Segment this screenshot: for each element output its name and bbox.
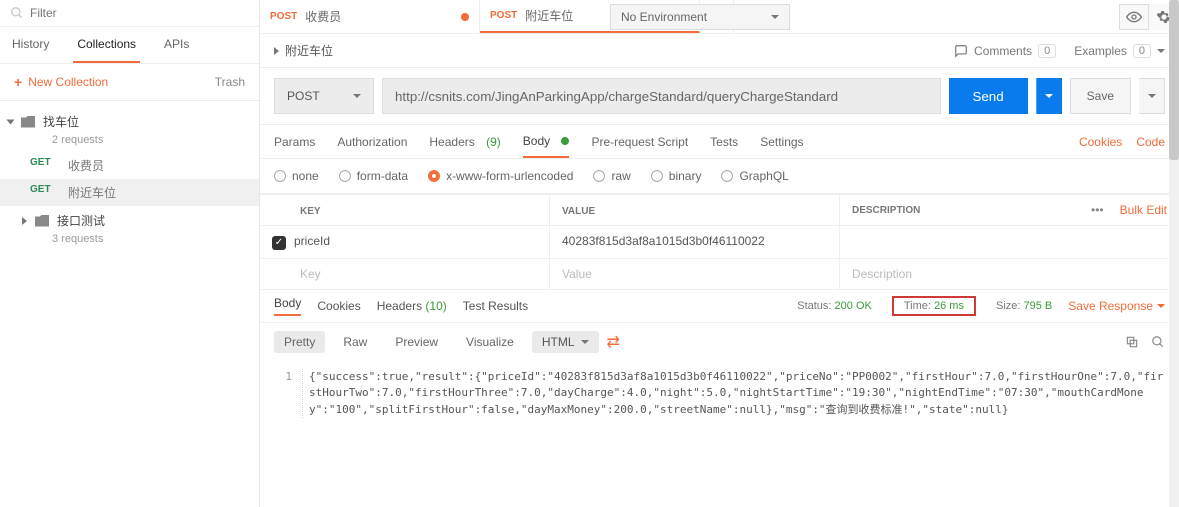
eye-icon: [1126, 9, 1142, 25]
tab-params[interactable]: Params: [274, 125, 315, 158]
caret-right-icon: [22, 217, 27, 225]
tab-headers[interactable]: Headers (9): [429, 125, 500, 158]
sidebar-tab-history[interactable]: History: [8, 27, 53, 63]
new-collection-button[interactable]: +New Collection: [14, 74, 108, 90]
caret-down-icon: [1157, 304, 1165, 308]
folder-icon: [21, 116, 35, 128]
collection-subtitle: 3 requests: [0, 233, 259, 245]
response-body[interactable]: 1 {"success":true,"result":{"priceId":"4…: [260, 361, 1179, 427]
tab-settings[interactable]: Settings: [760, 125, 803, 158]
bodytype-raw[interactable]: raw: [593, 169, 630, 183]
fmt-raw[interactable]: Raw: [333, 331, 377, 353]
env-quicklook-button[interactable]: [1119, 4, 1149, 30]
send-dropdown-button[interactable]: [1036, 78, 1062, 114]
collection-subtitle: 2 requests: [0, 134, 259, 146]
sidebar-tab-collections[interactable]: Collections: [73, 27, 140, 63]
resp-tab-cookies[interactable]: Cookies: [317, 299, 360, 313]
param-row-new[interactable]: Key Value Description: [260, 258, 1179, 289]
send-button[interactable]: Send: [949, 78, 1028, 114]
request-item[interactable]: GET 附近车位: [0, 179, 259, 206]
comments-button[interactable]: Comments 0: [954, 44, 1056, 58]
collection-row[interactable]: 找车位: [0, 107, 259, 136]
bodytype-formdata[interactable]: form-data: [339, 169, 408, 183]
method-select[interactable]: POST: [274, 78, 374, 114]
checkbox-icon[interactable]: ✓: [272, 236, 286, 250]
bulk-edit-link[interactable]: Bulk Edit: [1120, 203, 1167, 217]
save-dropdown-button[interactable]: [1139, 78, 1165, 114]
caret-down-icon: [581, 340, 589, 344]
dirty-dot-icon: [461, 13, 469, 21]
bodytype-none[interactable]: none: [274, 169, 319, 183]
line-number: 1: [274, 369, 292, 419]
size-info: Size: 795 B: [996, 300, 1052, 312]
param-row[interactable]: ✓priceId 40283f815d3af8a1015d3b0f4611002…: [260, 225, 1179, 258]
tab-authorization[interactable]: Authorization: [337, 125, 407, 158]
scrollbar[interactable]: [1169, 0, 1179, 507]
request-tab[interactable]: POST 收费员: [260, 0, 480, 33]
body-dot-icon: [561, 137, 569, 145]
request-item[interactable]: GET 收费员: [0, 152, 259, 179]
collection-row[interactable]: 接口测试: [0, 206, 259, 235]
breadcrumb: 附近车位: [285, 42, 333, 59]
save-button[interactable]: Save: [1070, 78, 1131, 114]
code-link[interactable]: Code: [1136, 135, 1165, 149]
col-key: KEY: [300, 206, 321, 217]
resp-tab-testresults[interactable]: Test Results: [463, 299, 528, 313]
caret-right-icon[interactable]: [274, 47, 279, 55]
caret-down-icon: [7, 119, 15, 124]
filter-input[interactable]: [30, 6, 249, 20]
url-input[interactable]: [382, 78, 941, 114]
caret-down-icon: [353, 94, 361, 98]
caret-down-icon: [1045, 94, 1053, 98]
wrap-button[interactable]: ⇄: [607, 332, 620, 352]
caret-down-icon: [771, 15, 779, 19]
caret-down-icon: [1148, 94, 1156, 98]
tab-body[interactable]: Body: [523, 125, 570, 158]
format-select[interactable]: HTML: [532, 331, 599, 353]
save-response-button[interactable]: Save Response: [1068, 299, 1165, 313]
search-response-button[interactable]: [1151, 335, 1165, 349]
col-desc: DESCRIPTION: [852, 205, 920, 216]
column-options-button[interactable]: •••: [1091, 203, 1104, 217]
resp-tab-headers[interactable]: Headers (10): [377, 299, 447, 313]
fmt-preview[interactable]: Preview: [385, 331, 448, 353]
status-info: Status: 200 OK: [797, 300, 872, 312]
tab-tests[interactable]: Tests: [710, 125, 738, 158]
environment-select[interactable]: No Environment: [610, 4, 790, 30]
sidebar-tab-apis[interactable]: APIs: [160, 27, 193, 63]
tab-prerequest[interactable]: Pre-request Script: [591, 125, 688, 158]
resp-tab-body[interactable]: Body: [274, 296, 301, 316]
response-json: {"success":true,"result":{"priceId":"402…: [302, 369, 1165, 419]
scrollbar-thumb[interactable]: [1169, 0, 1179, 160]
search-icon: [1151, 335, 1165, 349]
cookies-link[interactable]: Cookies: [1079, 135, 1122, 149]
fmt-visualize[interactable]: Visualize: [456, 331, 524, 353]
examples-button[interactable]: Examples 0: [1074, 44, 1165, 58]
copy-icon: [1125, 335, 1139, 349]
bodytype-binary[interactable]: binary: [651, 169, 702, 183]
fmt-pretty[interactable]: Pretty: [274, 331, 325, 353]
time-info: Time: 26 ms: [892, 296, 976, 316]
col-value: VALUE: [562, 206, 595, 217]
bodytype-graphql[interactable]: GraphQL: [721, 169, 788, 183]
search-icon: [10, 6, 24, 20]
folder-icon: [35, 215, 49, 227]
copy-button[interactable]: [1125, 335, 1139, 349]
caret-down-icon: [1157, 49, 1165, 53]
bodytype-xwww[interactable]: x-www-form-urlencoded: [428, 169, 573, 183]
trash-link[interactable]: Trash: [215, 75, 245, 89]
comment-icon: [954, 44, 968, 58]
